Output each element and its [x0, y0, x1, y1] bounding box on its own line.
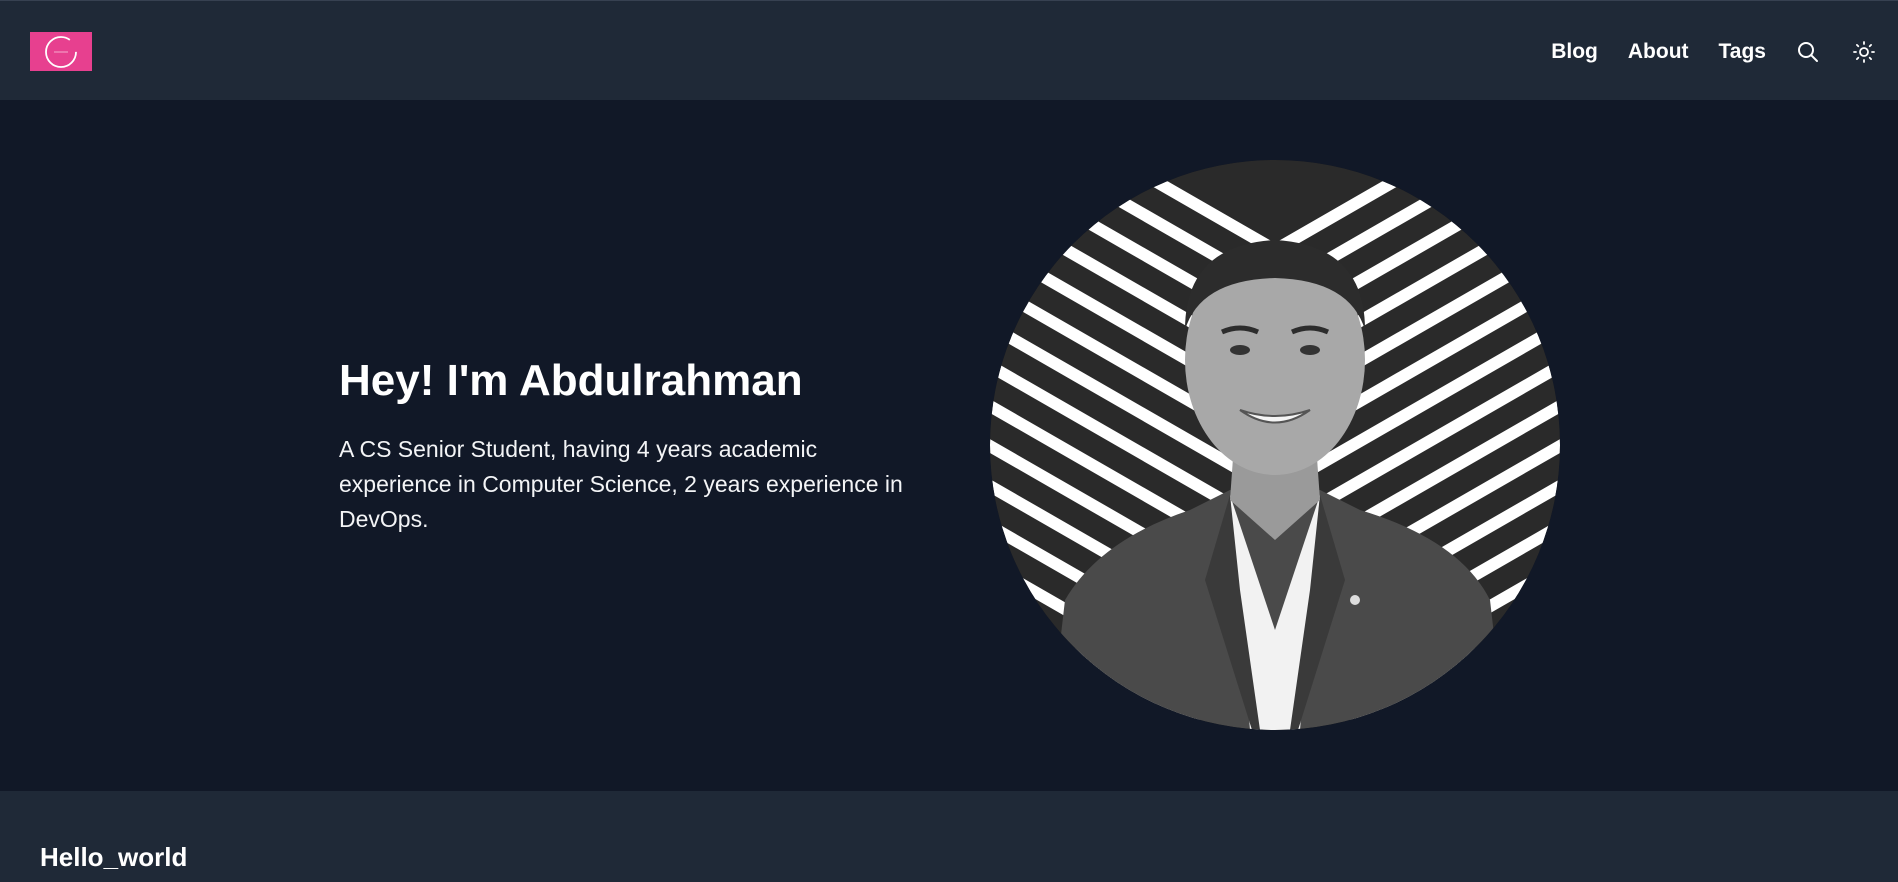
search-button[interactable]	[1794, 38, 1822, 66]
nav-links: Blog About Tags	[1521, 29, 1878, 75]
sun-icon	[1853, 41, 1875, 63]
site-logo[interactable]	[30, 32, 92, 71]
nav-blog-link[interactable]: Blog	[1551, 40, 1598, 64]
profile-avatar	[990, 160, 1560, 730]
theme-toggle-button[interactable]	[1850, 38, 1878, 66]
profile-photo	[990, 160, 1560, 730]
hero-description: A CS Senior Student, having 4 years acad…	[339, 436, 903, 532]
nav-about-link[interactable]: About	[1628, 40, 1689, 64]
hero-title: Hey! I'm Abdulrahman	[339, 356, 803, 405]
search-icon	[1798, 42, 1818, 62]
top-navbar: Blog About Tags	[0, 0, 1898, 100]
hero-section: Hey! I'm Abdulrahman A CS Senior Student…	[0, 100, 1898, 791]
logo-circle-icon	[45, 35, 77, 68]
posts-section: Hello_world	[0, 791, 1898, 882]
post-title-link[interactable]: Hello_world	[40, 842, 187, 873]
nav-tags-link[interactable]: Tags	[1719, 40, 1766, 64]
